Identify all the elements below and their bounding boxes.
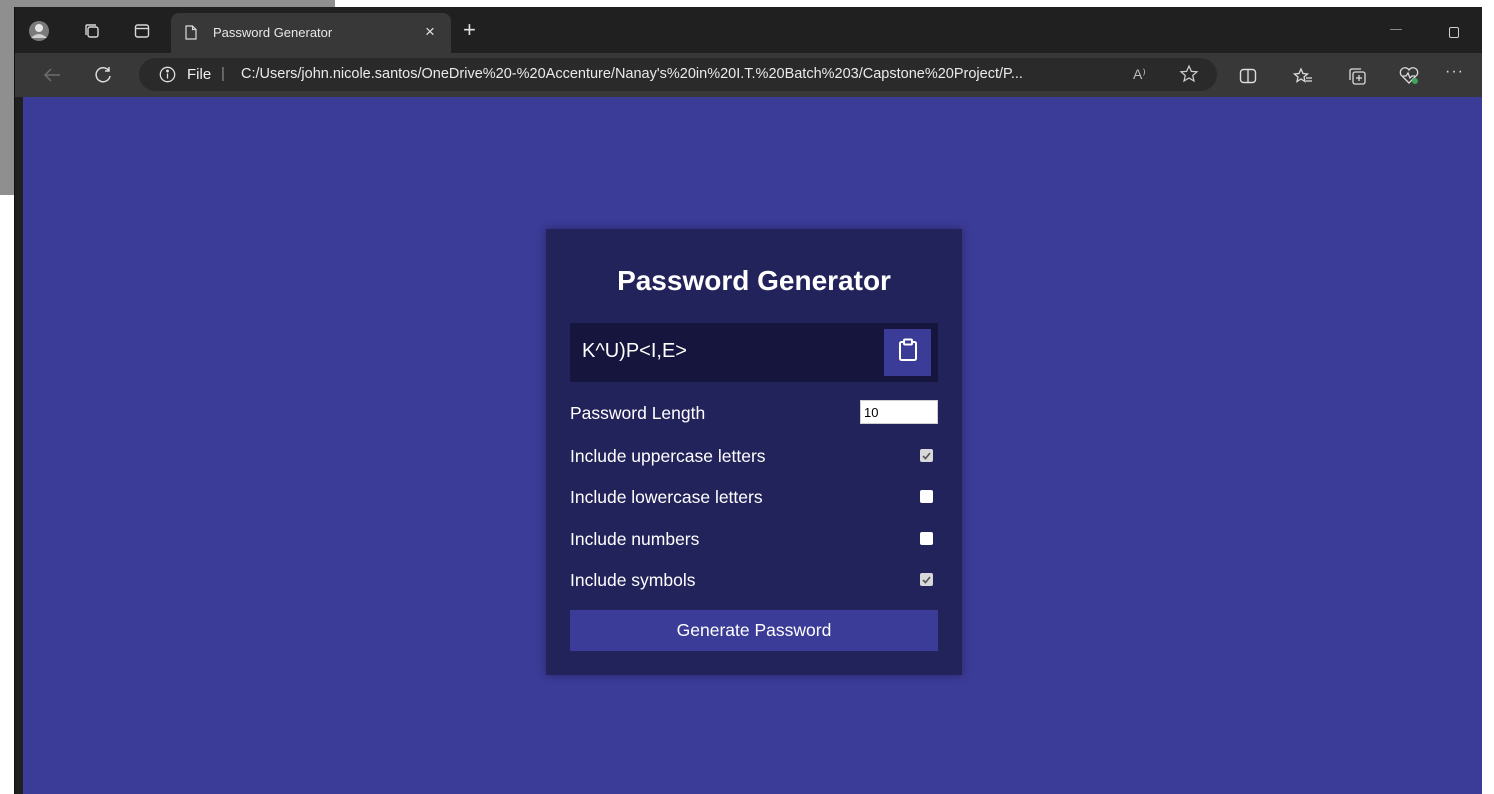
option-lowercase-label: Include lowercase letters — [570, 487, 763, 507]
favorites-icon[interactable] — [1292, 65, 1314, 87]
site-scheme-label[interactable]: File — [187, 66, 211, 83]
tab-title: Password Generator — [213, 25, 333, 40]
generated-password: K^U)P<I,E> — [582, 340, 687, 362]
numbers-checkbox[interactable] — [920, 532, 933, 545]
desktop-edge — [1481, 0, 1494, 794]
restore-button[interactable] — [1449, 27, 1459, 38]
split-screen-icon[interactable] — [1237, 65, 1259, 87]
page-content: Password Generator K^U)P<I,E> Password L… — [23, 97, 1482, 794]
address-bar[interactable]: File | C:/Users/john.nicole.santos/OneDr… — [139, 58, 1217, 91]
password-generator-card: Password Generator K^U)P<I,E> Password L… — [546, 229, 962, 675]
tab-strip: Password Generator × + — [15, 7, 1482, 53]
address-separator: | — [221, 65, 225, 82]
option-numbers-label: Include numbers — [570, 529, 700, 549]
tab-password-generator[interactable]: Password Generator × — [171, 13, 451, 53]
clipboard-icon — [898, 338, 918, 367]
read-aloud-icon[interactable]: A⁾ — [1133, 66, 1146, 83]
password-length-input[interactable] — [860, 400, 938, 424]
copy-clipboard-button[interactable] — [884, 329, 931, 376]
refresh-button[interactable] — [91, 63, 115, 87]
profile-avatar-icon[interactable] — [28, 20, 50, 42]
browser-toolbar: File | C:/Users/john.nicole.santos/OneDr… — [15, 53, 1482, 97]
back-button[interactable] — [40, 63, 64, 87]
star-icon[interactable] — [1179, 64, 1199, 89]
lowercase-checkbox[interactable] — [920, 490, 933, 503]
tab-actions-icon[interactable] — [131, 20, 153, 42]
option-uppercase-row: Include uppercase letters — [570, 443, 938, 469]
option-uppercase-label: Include uppercase letters — [570, 446, 766, 466]
password-result-box: K^U)P<I,E> — [570, 323, 938, 382]
browser-essentials-icon[interactable] — [1398, 65, 1420, 87]
new-tab-button[interactable]: + — [463, 19, 476, 41]
document-icon — [185, 25, 197, 45]
option-symbols-label: Include symbols — [570, 570, 696, 590]
option-lowercase-row: Include lowercase letters — [570, 484, 938, 510]
workspaces-icon[interactable] — [81, 20, 103, 42]
generate-password-button[interactable]: Generate Password — [570, 610, 938, 651]
settings-more-button[interactable]: ··· — [1445, 63, 1464, 81]
password-length-row: Password Length — [570, 400, 938, 426]
info-icon[interactable] — [159, 66, 176, 88]
uppercase-checkbox[interactable] — [920, 449, 933, 462]
app-title: Password Generator — [617, 265, 891, 296]
minimize-button[interactable] — [1390, 29, 1402, 30]
option-symbols-row: Include symbols — [570, 567, 938, 593]
symbols-checkbox[interactable] — [920, 573, 933, 586]
address-url[interactable]: C:/Users/john.nicole.santos/OneDrive%20-… — [241, 66, 1131, 82]
tab-close-button[interactable]: × — [425, 22, 435, 42]
browser-window: Password Generator × + File | C:/Users/j… — [14, 7, 1482, 794]
password-length-label: Password Length — [570, 403, 706, 423]
collections-icon[interactable] — [1346, 65, 1368, 87]
option-numbers-row: Include numbers — [570, 526, 938, 552]
